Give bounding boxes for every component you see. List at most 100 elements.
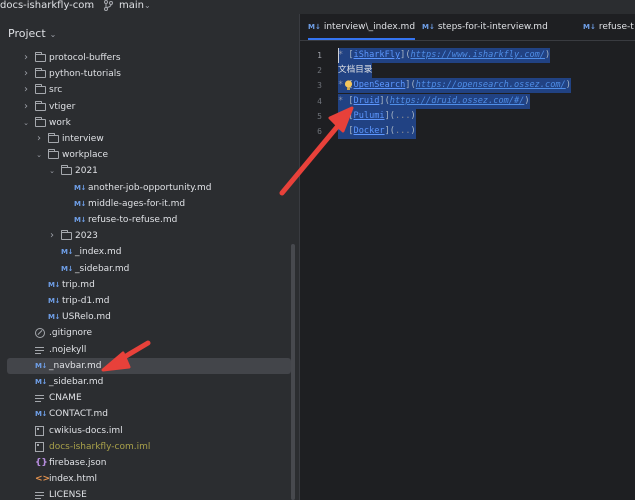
chevron-down-icon[interactable]: ⌄ bbox=[21, 115, 31, 131]
list-bullet: * bbox=[338, 110, 349, 121]
tree-item-contact-md[interactable]: M↓ CONTACT.md bbox=[0, 406, 291, 422]
tab-label: refuse-t bbox=[598, 22, 634, 32]
project-name[interactable]: docs-isharkfly-com bbox=[0, 0, 94, 12]
tree-item-index-md[interactable]: M↓ _index.md bbox=[0, 244, 291, 260]
text-caret bbox=[338, 48, 339, 63]
link-text[interactable]: Docker bbox=[354, 126, 385, 136]
line-number: 4 bbox=[317, 96, 322, 106]
tree-item-workplace[interactable]: ⌄ workplace bbox=[0, 147, 291, 163]
chevron-down-icon[interactable]: ⌄ bbox=[34, 147, 44, 163]
chevron-right-icon[interactable]: › bbox=[21, 99, 31, 115]
tree-item-firebase-json[interactable]: {} firebase.json bbox=[0, 455, 291, 471]
chevron-right-icon[interactable]: › bbox=[21, 50, 31, 66]
text-file-icon bbox=[35, 346, 44, 354]
branch-icon bbox=[103, 0, 115, 12]
code-line[interactable]: * [Druid](https://druid.ossez.com/#/) bbox=[338, 93, 530, 109]
markdown-icon: M↓ bbox=[48, 297, 60, 305]
code-line[interactable]: * [Pulumi](...) bbox=[338, 108, 416, 124]
tree-item-src[interactable]: › src bbox=[0, 82, 291, 98]
tree-item-label: firebase.json bbox=[49, 458, 107, 468]
tree-item-label: interview bbox=[62, 134, 104, 144]
line-number: 1 bbox=[317, 51, 322, 60]
chevron-down-icon[interactable]: ⌄ bbox=[47, 163, 57, 179]
tab-refuse-to-refuse[interactable]: M↓ refuse-t bbox=[583, 14, 634, 40]
paren: ) bbox=[524, 95, 530, 106]
tree-item-cwikius-docs-iml[interactable]: cwikius-docs.iml bbox=[0, 423, 291, 439]
link-url: ... bbox=[394, 126, 411, 136]
chevron-down-icon[interactable]: ⌄ bbox=[50, 30, 57, 39]
tree-item-label: _sidebar.md bbox=[75, 263, 130, 274]
paren: ) bbox=[565, 80, 571, 91]
tree-item-label: work bbox=[49, 117, 71, 128]
branch-name[interactable]: main bbox=[119, 0, 144, 12]
tree-item-work[interactable]: ⌄ work bbox=[0, 115, 291, 131]
editor-area: M↓ interview\_index.md M↓ steps-for-it-int… bbox=[299, 14, 635, 500]
tree-item-docs-isharkfly-com-iml[interactable]: docs-isharkfly-com.iml bbox=[0, 439, 291, 455]
chevron-right-icon[interactable]: › bbox=[34, 131, 44, 147]
tree-item-trip-md[interactable]: M↓ trip.md bbox=[0, 277, 291, 293]
tree-item-python-tutorials[interactable]: › python-tutorials bbox=[0, 66, 291, 82]
tree-item-trip-d1-md[interactable]: M↓ trip-d1.md bbox=[0, 293, 291, 309]
list-bullet: * bbox=[338, 126, 349, 136]
tree-item-another-job-opportunity-md[interactable]: M↓ another-job-opportunity.md bbox=[0, 180, 291, 196]
tree-item-sidebar-md[interactable]: M↓ _sidebar.md bbox=[0, 374, 291, 390]
code-line[interactable]: 文档目录 bbox=[338, 63, 373, 79]
text-file-icon bbox=[35, 395, 44, 403]
tree-item-usrelo-md[interactable]: M↓ USRelo.md bbox=[0, 309, 291, 325]
tree-item-label: protocol-buffers bbox=[49, 53, 121, 63]
chevron-right-icon[interactable]: › bbox=[47, 228, 57, 244]
tree-item-refuse-to-refuse-md[interactable]: M↓ refuse-to-refuse.md bbox=[0, 212, 291, 228]
tree-item-index-html[interactable]: <> index.html bbox=[0, 471, 291, 487]
module-file-icon bbox=[35, 425, 44, 436]
markdown-icon: M↓ bbox=[35, 361, 47, 370]
tree-item-cname[interactable]: CNAME bbox=[0, 390, 291, 406]
link-text[interactable]: Pulumi bbox=[354, 111, 385, 121]
tree-item-vtiger[interactable]: › vtiger bbox=[0, 99, 291, 115]
tab-interview-index[interactable]: M↓ interview\_index.md bbox=[308, 14, 416, 40]
tree-item-2021[interactable]: ⌄ 2021 bbox=[0, 163, 291, 179]
tree-item-label: CONTACT.md bbox=[49, 409, 108, 420]
line-number: 3 bbox=[317, 81, 322, 91]
code-line[interactable]: * [iSharkFly](https://www.isharkfly.com/… bbox=[338, 48, 551, 63]
chevron-right-icon[interactable]: › bbox=[21, 66, 31, 82]
project-panel-header[interactable]: Project ⌄ bbox=[8, 26, 56, 42]
chevron-right-icon[interactable]: › bbox=[21, 82, 31, 98]
link-text[interactable]: OpenSearch bbox=[354, 80, 406, 90]
link-text[interactable]: iSharkFly bbox=[354, 50, 401, 60]
tree-item-protocol-buffers[interactable]: › protocol-buffers bbox=[0, 50, 291, 66]
code-line[interactable]: * [OpenSearch](https://opensearch.ossez.… bbox=[338, 78, 571, 94]
tree-item-nojekyll[interactable]: .nojekyll bbox=[0, 342, 291, 358]
tree-item-label: _sidebar.md bbox=[49, 377, 104, 387]
tree-item-label: vtiger bbox=[49, 101, 76, 112]
link-url[interactable]: https://opensearch.ossez.com/ bbox=[416, 80, 566, 90]
tree-item-navbar-md[interactable]: M↓ _navbar.md bbox=[7, 357, 291, 374]
chevron-down-icon[interactable]: ⌄ bbox=[86, 0, 93, 12]
lightbulb-icon[interactable] bbox=[344, 80, 353, 91]
tree-item-label: _navbar.md bbox=[49, 360, 102, 371]
tab-steps-for-it-interview[interactable]: M↓ steps-for-it-interview.md bbox=[422, 14, 548, 40]
tree-item-label: refuse-to-refuse.md bbox=[88, 215, 178, 225]
markdown-icon: M↓ bbox=[74, 183, 86, 192]
tab-label: steps-for-it-interview.md bbox=[437, 22, 548, 32]
tree-item-sidebar-md[interactable]: M↓ _sidebar.md bbox=[0, 261, 291, 277]
tree-item-label: cwikius-docs.iml bbox=[49, 425, 123, 436]
project-panel: Project ⌄ › protocol-buffers › python-tutori… bbox=[0, 14, 299, 500]
code-line[interactable]: * [Docker](...) bbox=[338, 124, 416, 139]
tree-scrollbar[interactable] bbox=[291, 244, 295, 500]
tree-item-gitignore[interactable]: .gitignore bbox=[0, 325, 291, 341]
folder-icon bbox=[48, 149, 59, 160]
tree-item-license[interactable]: LICENSE bbox=[0, 487, 291, 500]
link-url[interactable]: https://www.isharkfly.com/ bbox=[411, 50, 546, 60]
tree-item-middle-ages-for-it-md[interactable]: M↓ middle-ages-for-it.md bbox=[0, 196, 291, 212]
tree-item-label: src bbox=[49, 85, 63, 96]
markdown-icon: M↓ bbox=[35, 378, 47, 386]
tree-item-2023[interactable]: › 2023 bbox=[0, 228, 291, 244]
tree-item-interview[interactable]: › interview bbox=[0, 131, 291, 147]
text-file-icon bbox=[35, 492, 44, 500]
chevron-down-icon[interactable]: ⌄ bbox=[144, 0, 151, 12]
link-url[interactable]: https://druid.ossez.com/#/ bbox=[390, 96, 525, 106]
list-bullet: * bbox=[338, 95, 349, 106]
link-text[interactable]: Druid bbox=[354, 96, 380, 106]
line-number: 2 bbox=[317, 66, 322, 76]
folder-icon bbox=[48, 133, 59, 143]
